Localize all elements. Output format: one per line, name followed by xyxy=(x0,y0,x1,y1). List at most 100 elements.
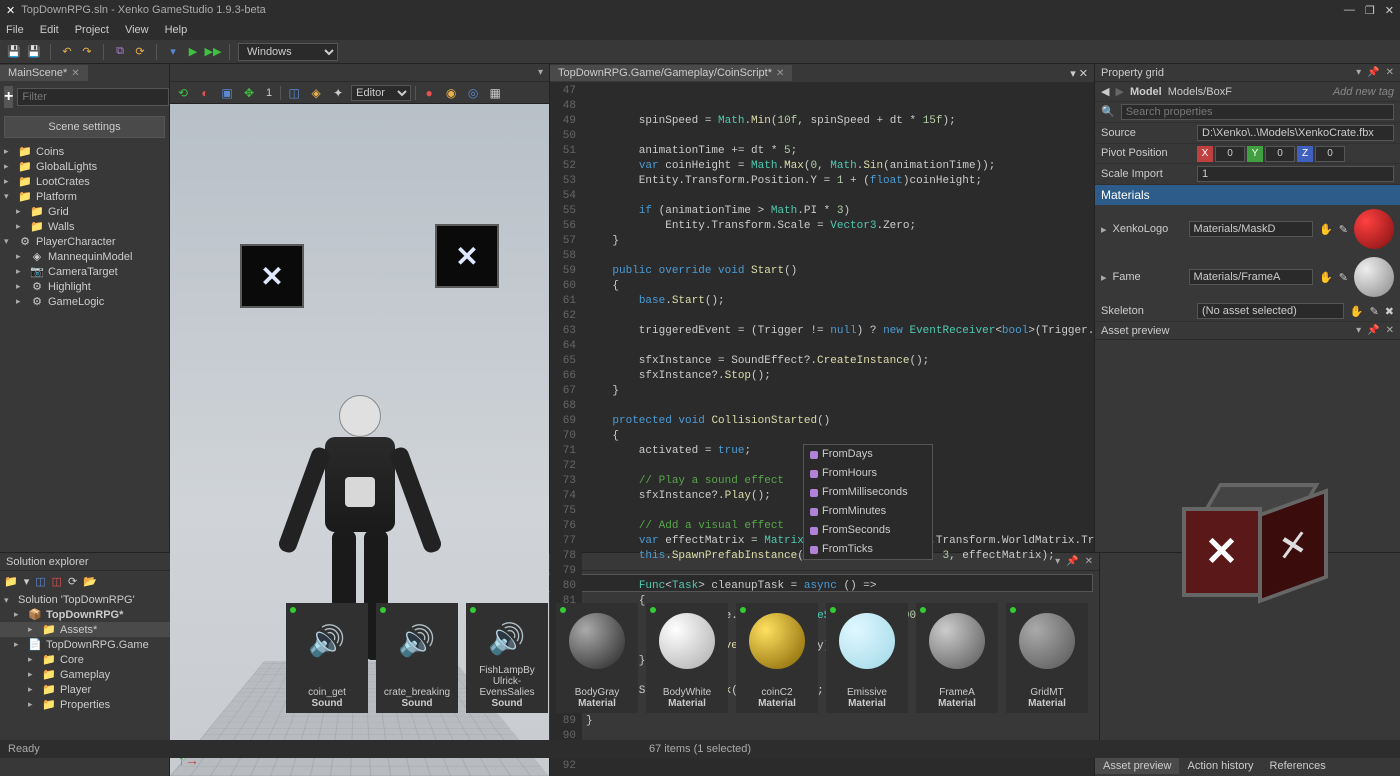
globe-icon[interactable]: ◉ xyxy=(442,84,460,102)
scene-tree-item[interactable]: ▾📁Platform xyxy=(0,189,169,204)
material-value[interactable]: Materials/FrameA xyxy=(1189,269,1314,285)
intellisense-item[interactable]: FromMilliseconds xyxy=(804,483,932,502)
sphere-icon[interactable]: ◎ xyxy=(464,84,482,102)
close-icon[interactable]: ✕ xyxy=(1385,4,1394,17)
pin-icon[interactable]: 📌 xyxy=(1367,325,1379,336)
asset-card[interactable]: BodyGrayMaterial xyxy=(556,603,638,713)
intellisense-item[interactable]: FromMinutes xyxy=(804,502,932,521)
menu-help[interactable]: Help xyxy=(165,24,188,36)
pivot-z-input[interactable] xyxy=(1315,146,1345,162)
scene-tree-item[interactable]: ▸📁LootCrates xyxy=(0,174,169,189)
folder-icon[interactable]: 📁 xyxy=(4,575,18,588)
intellisense-item[interactable]: FromHours xyxy=(804,464,932,483)
tab-action-history[interactable]: Action history xyxy=(1179,758,1261,774)
close-icon[interactable]: ✕ xyxy=(1386,325,1394,336)
collapse-icon[interactable]: ▾ xyxy=(24,575,30,588)
play-debug-icon[interactable]: ▶▶ xyxy=(205,44,221,60)
edit-icon[interactable]: ✎ xyxy=(1370,305,1379,318)
code-tab[interactable]: TopDownRPG.Game/Gameplay/CoinScript* ✕ xyxy=(550,65,792,81)
hand-icon[interactable]: ✋ xyxy=(1319,271,1333,284)
asset-card[interactable]: 🔊FishLampBy Ulrick-EvensSaliesSound xyxy=(466,603,548,713)
hand-icon[interactable]: ✋ xyxy=(1319,223,1333,236)
clear-icon[interactable]: ✖ xyxy=(1385,305,1394,318)
save-icon[interactable]: 💾 xyxy=(6,44,22,60)
scene-tree-item[interactable]: ▸⚙Highlight xyxy=(0,279,169,294)
crate-entity[interactable]: ✕ xyxy=(240,244,304,308)
menu-view[interactable]: View xyxy=(125,24,149,36)
forward-icon[interactable]: ▶ xyxy=(1115,85,1123,98)
render-icon[interactable]: ● xyxy=(420,84,438,102)
open-ide-icon[interactable]: ⧉ xyxy=(112,44,128,60)
model-icon[interactable]: ◈ xyxy=(307,84,325,102)
light-icon[interactable]: ◐ xyxy=(196,84,214,102)
close-icon[interactable]: ✕ xyxy=(776,68,784,79)
asset-card[interactable]: GridMTMaterial xyxy=(1006,603,1088,713)
pivot-x-input[interactable] xyxy=(1215,146,1245,162)
gizmo-icon[interactable]: ✥ xyxy=(240,84,258,102)
menu-project[interactable]: Project xyxy=(75,24,109,36)
crate-entity[interactable]: ✕ xyxy=(435,224,499,288)
open-folder-icon[interactable]: 📂 xyxy=(83,575,97,588)
scene-tree-item[interactable]: ▾⚙PlayerCharacter xyxy=(0,234,169,249)
asset-card[interactable]: coinC2Material xyxy=(736,603,818,713)
dropdown-icon[interactable]: ▾ xyxy=(1070,68,1076,80)
source-value[interactable]: D:\Xenko\..\Models\XenkoCrate.fbx xyxy=(1197,125,1394,141)
material-value[interactable]: Materials/MaskD xyxy=(1189,221,1314,237)
refresh-icon[interactable]: ⟳ xyxy=(68,575,77,588)
asset-card[interactable]: BodyWhiteMaterial xyxy=(646,603,728,713)
camera-icon[interactable]: ▣ xyxy=(218,84,236,102)
scene-tree-item[interactable]: ▸📁Walls xyxy=(0,219,169,234)
menu-file[interactable]: File xyxy=(6,24,24,36)
scene-tree-item[interactable]: ▸📷CameraTarget xyxy=(0,264,169,279)
menu-edit[interactable]: Edit xyxy=(40,24,59,36)
play-icon[interactable]: ▶ xyxy=(185,44,201,60)
scene-filter-input[interactable] xyxy=(17,88,169,106)
intellisense-item[interactable]: FromSeconds xyxy=(804,521,932,540)
intellisense-popup[interactable]: FromDaysFromHoursFromMillisecondsFromMin… xyxy=(803,444,933,560)
skeleton-value[interactable]: (No asset selected) xyxy=(1197,303,1344,319)
back-icon[interactable]: ◀ xyxy=(1101,85,1109,98)
asset-card[interactable]: FrameAMaterial xyxy=(916,603,998,713)
redo-icon[interactable]: ↷ xyxy=(79,44,95,60)
intellisense-item[interactable]: FromDays xyxy=(804,445,932,464)
build-icon[interactable]: ▾ xyxy=(165,44,181,60)
material-row[interactable]: ▸ XenkoLogo Materials/MaskD ✋ ✎ xyxy=(1095,205,1400,253)
asset-card[interactable]: EmissiveMaterial xyxy=(826,603,908,713)
scene-settings-button[interactable]: Scene settings xyxy=(4,116,165,138)
scene-tree-item[interactable]: ▸📁GlobalLights xyxy=(0,159,169,174)
add2-icon[interactable]: ◫ xyxy=(52,575,62,588)
undo-icon[interactable]: ↶ xyxy=(59,44,75,60)
close-icon[interactable]: ✕ xyxy=(71,68,79,79)
wireframe-icon[interactable]: ▦ xyxy=(486,84,504,102)
intellisense-item[interactable]: FromTicks xyxy=(804,540,932,559)
dropdown-icon[interactable]: ▾ xyxy=(1356,325,1361,336)
close-panel-icon[interactable]: ✕ xyxy=(1079,68,1088,80)
cube-icon[interactable]: ◫ xyxy=(285,84,303,102)
property-search-input[interactable] xyxy=(1121,104,1394,120)
scene-tree-item[interactable]: ▸📁Coins xyxy=(0,144,169,159)
add-icon[interactable]: ◫ xyxy=(35,575,45,588)
edit-icon[interactable]: ✎ xyxy=(1339,223,1348,236)
pin-icon[interactable]: 📌 xyxy=(1367,67,1379,78)
save-all-icon[interactable]: 💾 xyxy=(26,44,42,60)
close-icon[interactable]: ✕ xyxy=(1386,67,1394,78)
add-entity-button[interactable]: + xyxy=(4,86,13,108)
scene-tree-item[interactable]: ▸⚙GameLogic xyxy=(0,294,169,309)
asset-card[interactable]: 🔊coin_getSound xyxy=(286,603,368,713)
pivot-y-input[interactable] xyxy=(1265,146,1295,162)
platform-select[interactable]: Windows xyxy=(238,43,338,61)
edit-icon[interactable]: ✎ xyxy=(1339,271,1348,284)
viewport-mode-select[interactable]: Editor xyxy=(351,85,411,101)
material-row[interactable]: ▸ Fame Materials/FrameA ✋ ✎ xyxy=(1095,253,1400,301)
tab-references[interactable]: References xyxy=(1262,758,1334,774)
scene-tree-item[interactable]: ▸◈MannequinModel xyxy=(0,249,169,264)
scale-value[interactable]: 1 xyxy=(1197,166,1394,182)
tab-asset-preview[interactable]: Asset preview xyxy=(1095,758,1179,774)
scene-tab[interactable]: MainScene* ✕ xyxy=(0,65,88,81)
maximize-icon[interactable]: ❐ xyxy=(1365,4,1375,17)
minimize-icon[interactable]: — xyxy=(1344,4,1355,17)
scene-tree-item[interactable]: ▸📁Grid xyxy=(0,204,169,219)
dropdown-icon[interactable]: ▾ xyxy=(538,67,543,78)
dropdown-icon[interactable]: ▾ xyxy=(1356,67,1361,78)
reload-icon[interactable]: ⟳ xyxy=(132,44,148,60)
